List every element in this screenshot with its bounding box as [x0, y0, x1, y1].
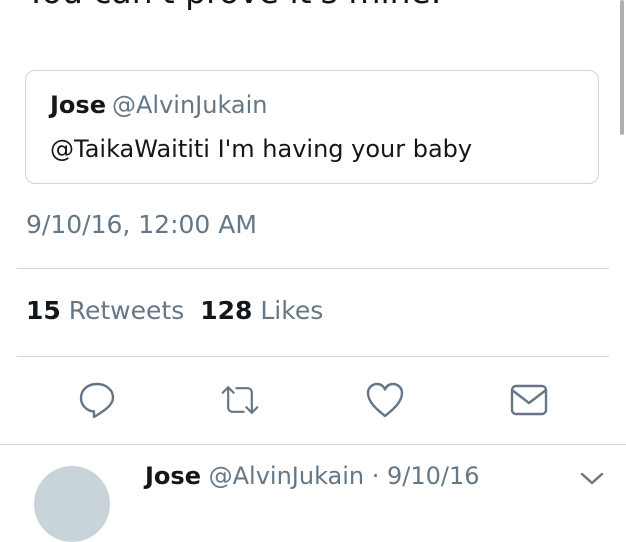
scrollbar[interactable] — [620, 0, 624, 135]
likes-label: Likes — [260, 296, 324, 325]
like-button[interactable] — [365, 380, 405, 420]
tweet-timestamp: 9/10/16, 12:00 AM — [26, 210, 257, 239]
quoted-tweet-text: @TaikaWaititi I'm having your baby — [50, 135, 473, 163]
chevron-down-icon — [580, 472, 604, 485]
quoted-tweet-name: Jose — [50, 91, 106, 119]
reply-icon — [79, 382, 115, 419]
quoted-tweet-card[interactable]: Jose @AlvinJukain @TaikaWaititi I'm havin… — [25, 70, 599, 184]
reply-tweet-header: Jose @AlvinJukain · 9/10/16 — [145, 462, 480, 490]
reply-handle-date: @AlvinJukain · 9/10/16 — [208, 462, 480, 490]
retweet-button[interactable] — [220, 380, 260, 420]
retweets-count: 15 — [26, 296, 61, 325]
avatar[interactable] — [34, 466, 110, 542]
quoted-tweet-handle: @AlvinJukain — [111, 91, 268, 119]
reply-button[interactable] — [77, 380, 117, 420]
divider — [17, 268, 609, 269]
retweet-icon — [221, 386, 259, 414]
retweets-stat[interactable]: 15 Retweets — [26, 296, 184, 325]
section-divider — [0, 444, 626, 445]
share-button[interactable] — [509, 380, 549, 420]
quoted-tweet-author: Jose @AlvinJukain — [50, 91, 268, 119]
likes-count: 128 — [200, 296, 253, 325]
tweet-menu-button[interactable] — [578, 468, 606, 492]
heart-icon — [366, 382, 404, 418]
mail-icon — [510, 384, 548, 416]
likes-stat[interactable]: 128 Likes — [200, 296, 323, 325]
reply-author-name: Jose — [145, 462, 201, 490]
retweets-label: Retweets — [68, 296, 185, 325]
tweet-stats: 15 Retweets 128 Likes — [26, 296, 323, 325]
divider — [17, 356, 609, 357]
tweet-text: You can't prove it's mine. — [26, 0, 441, 12]
